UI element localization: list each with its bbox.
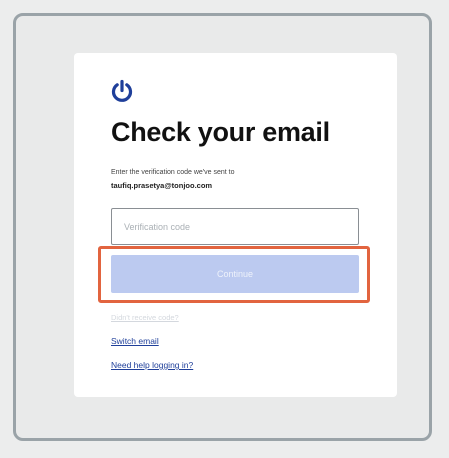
power-icon — [111, 79, 133, 102]
verification-card: Check your email Enter the verification … — [74, 53, 397, 397]
resend-code-link[interactable]: Didn't receive code? — [111, 313, 179, 322]
continue-button[interactable]: Continue — [111, 255, 359, 293]
instruction-text: Enter the verification code we've sent t… — [111, 169, 235, 176]
screenshot-frame: Check your email Enter the verification … — [13, 13, 432, 441]
page-title: Check your email — [111, 117, 330, 147]
verification-code-input[interactable] — [111, 208, 359, 245]
need-help-link[interactable]: Need help logging in? — [111, 360, 193, 370]
recipient-email: taufiq.prasetya@tonjoo.com — [111, 181, 213, 190]
switch-email-link[interactable]: Switch email — [111, 336, 159, 346]
